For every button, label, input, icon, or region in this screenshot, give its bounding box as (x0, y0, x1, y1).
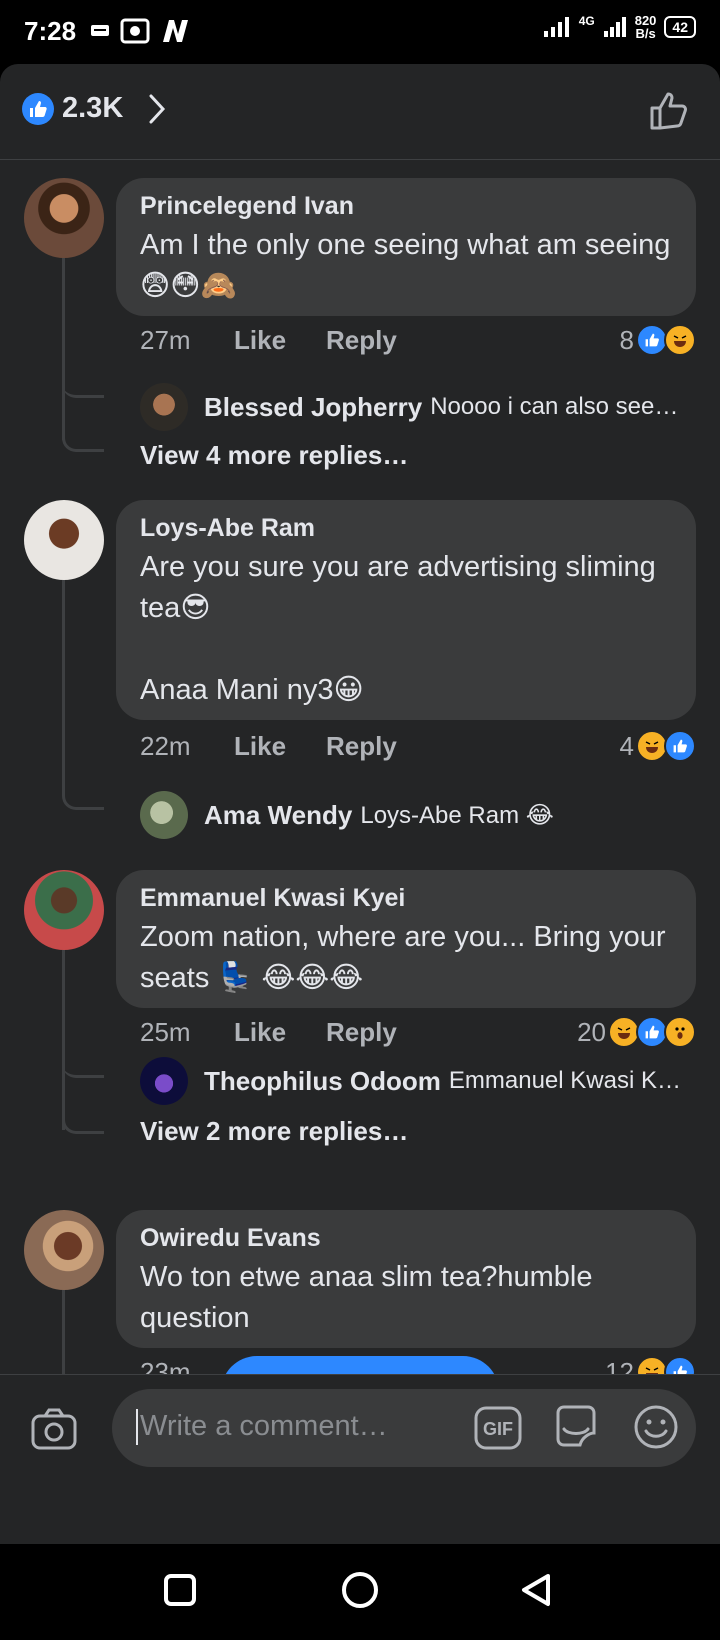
signal-icon (543, 17, 569, 37)
comment-text: Zoom nation, where are you... Bring your… (140, 921, 674, 994)
reaction-summary[interactable]: 8 (620, 324, 696, 356)
reply-author: Theophilus Odoom (204, 1065, 441, 1096)
notification-icons (90, 18, 190, 44)
thread-connector (62, 256, 104, 452)
comment-bubble[interactable]: Princelegend Ivan Am I the only one seei… (116, 178, 696, 316)
home-button[interactable] (340, 1572, 380, 1612)
comment-time: 27m (140, 324, 191, 355)
reply-comment-button[interactable]: Reply (326, 325, 397, 356)
comment-text: Wo ton etwe anaa slim tea?humble questio… (140, 1261, 601, 1334)
avatar[interactable] (24, 870, 104, 950)
like-comment-button[interactable]: Like (234, 325, 286, 356)
reply-snippet: Loys-Abe Ram 😂 (360, 801, 554, 829)
battery-indicator: 42 (664, 16, 696, 38)
likes-summary[interactable]: 2.3K (22, 92, 167, 125)
status-bar: 7:28 4G 820 B/s 42 (0, 0, 720, 64)
reply-snippet: Emmanuel Kwasi K… (448, 1067, 681, 1094)
thread-line (62, 1290, 65, 1380)
comment-input-placeholder: Write a comment… (140, 1410, 388, 1442)
comments-sheet: 2.3K Princelegend Ivan Am I the only one… (0, 64, 720, 1544)
sticker-icon[interactable] (552, 1403, 600, 1451)
recent-apps-button[interactable] (162, 1572, 198, 1608)
reactions-header: 2.3K (0, 64, 720, 160)
n-app-icon (163, 20, 188, 42)
view-more-replies-link[interactable]: View 2 more replies… (140, 1116, 408, 1147)
reaction-count: 4 (619, 730, 634, 761)
emoji-icon[interactable] (632, 1403, 680, 1451)
like-icon (664, 730, 696, 762)
reply-preview[interactable]: Theophilus Odoom Emmanuel Kwasi K… (140, 1056, 696, 1106)
gif-button[interactable]: GIF (474, 1405, 522, 1451)
comment-bubble[interactable]: Emmanuel Kwasi Kyei Zoom nation, where a… (116, 870, 696, 1008)
likes-count: 2.3K (62, 92, 124, 124)
avatar[interactable] (24, 178, 104, 258)
comment-input[interactable]: Write a comment… GIF (112, 1389, 696, 1467)
reaction-summary[interactable]: 20 (577, 1016, 696, 1048)
reply-snippet: Noooo i can also see… (430, 393, 679, 420)
view-more-replies-link[interactable]: View 4 more replies… (140, 440, 408, 471)
haha-icon (664, 324, 696, 356)
like-comment-button[interactable]: Like (234, 731, 286, 762)
comment-meta: 22m Like Reply 4 (140, 730, 696, 762)
comment-author[interactable]: Loys-Abe Ram (140, 514, 672, 543)
comment-text: Am I the only one seeing what am seeing … (140, 229, 679, 302)
svg-text:GIF: GIF (483, 1419, 513, 1439)
reply-comment-button[interactable]: Reply (326, 731, 397, 762)
reply-preview[interactable]: Blessed Jopherry Noooo i can also see… (140, 382, 696, 432)
comment-meta: 27m Like Reply 8 (140, 324, 696, 356)
network-speed: 820 B/s (634, 13, 657, 41)
like-badge-icon (22, 92, 54, 125)
reaction-count: 20 (577, 1016, 606, 1047)
text-cursor (136, 1409, 138, 1445)
reaction-summary[interactable]: 4 (620, 730, 696, 762)
comment-author[interactable]: Emmanuel Kwasi Kyei (140, 884, 672, 913)
system-navigation-bar (0, 1544, 720, 1640)
reply-avatar (140, 791, 188, 839)
comment-time: 22m (140, 730, 191, 761)
comment-text: Are you sure you are advertising sliming… (140, 551, 656, 706)
app-notification-icon (120, 18, 150, 44)
comment-time: 25m (140, 1016, 191, 1047)
status-time: 7:28 (24, 16, 77, 46)
network-type: 4G (578, 14, 595, 28)
thread-connector (62, 580, 104, 810)
wow-icon (664, 1016, 696, 1048)
reply-author: Blessed Jopherry (204, 391, 423, 422)
like-comment-button[interactable]: Like (234, 1017, 286, 1048)
system-status: 4G 820 B/s 42 (543, 14, 696, 40)
reply-preview[interactable]: Ama Wendy Loys-Abe Ram 😂 (140, 790, 696, 840)
reply-avatar (140, 1057, 188, 1105)
avatar[interactable] (24, 500, 104, 580)
like-post-button[interactable] (648, 88, 692, 132)
thread-connector (62, 950, 104, 1134)
comment-composer: Write a comment… GIF (0, 1374, 720, 1480)
reply-author: Ama Wendy (204, 799, 353, 830)
chevron-right-icon (149, 94, 166, 123)
signal-icon-2 (603, 17, 626, 37)
reply-comment-button[interactable]: Reply (326, 1017, 397, 1048)
comment-author[interactable]: Princelegend Ivan (140, 192, 672, 221)
comment-bubble[interactable]: Owiredu Evans Wo ton etwe anaa slim tea?… (116, 1210, 696, 1348)
back-button[interactable] (518, 1572, 554, 1612)
comment-bubble[interactable]: Loys-Abe Ram Are you sure you are advert… (116, 500, 696, 720)
reply-avatar (140, 383, 188, 431)
camera-icon[interactable] (30, 1407, 78, 1451)
message-notification-icon (91, 25, 109, 36)
comment-meta: 25m Like Reply 20 (140, 1016, 696, 1048)
reaction-count: 8 (619, 324, 634, 355)
comment-author[interactable]: Owiredu Evans (140, 1224, 672, 1253)
avatar[interactable] (24, 1210, 104, 1290)
